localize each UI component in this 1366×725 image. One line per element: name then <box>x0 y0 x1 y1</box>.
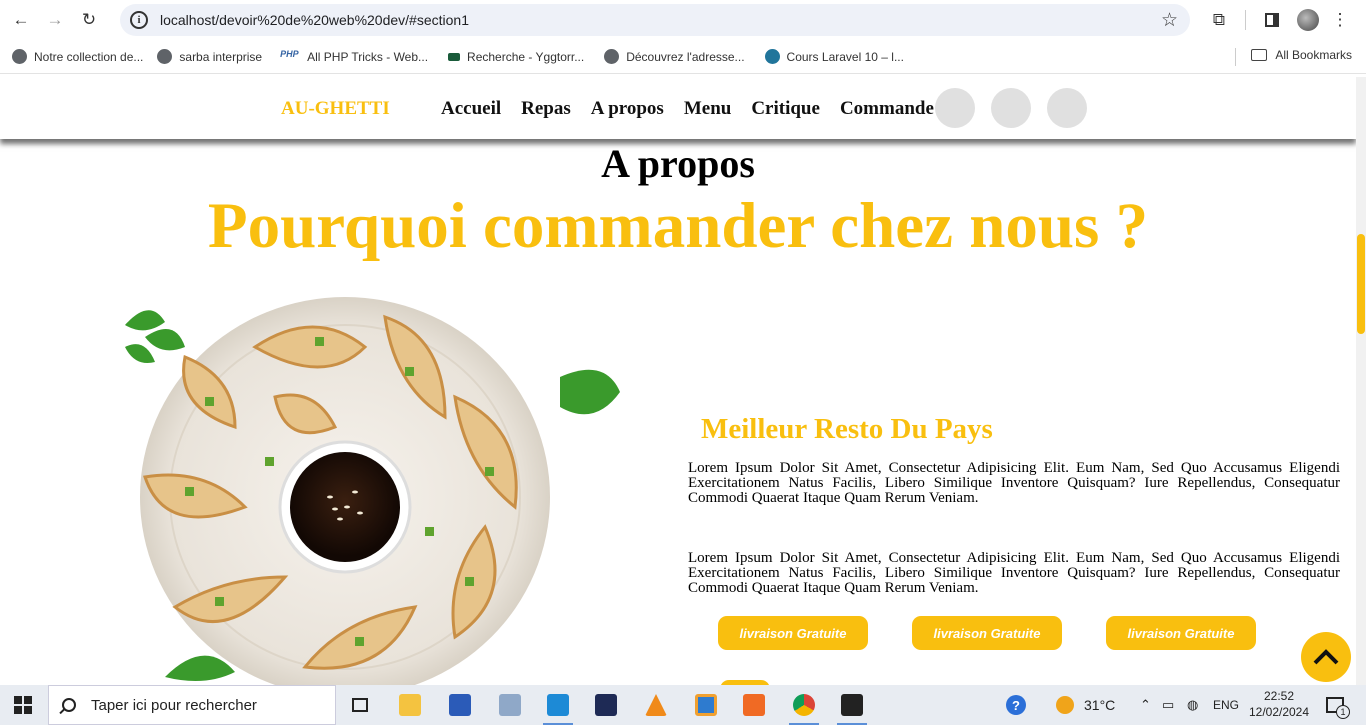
bookmark-item[interactable]: Notre collection de... <box>12 49 143 64</box>
bookmark-star-icon[interactable]: ☆ <box>1161 9 1178 32</box>
all-bookmarks-label: All Bookmarks <box>1275 48 1352 62</box>
nav-menu[interactable]: Menu <box>684 98 732 120</box>
browser-toolbar: ← → ↻ i localhost/devoir%20de%20web%20de… <box>0 0 1366 40</box>
battery-icon[interactable]: ▭ <box>1162 685 1174 725</box>
vscode-icon[interactable] <box>538 689 578 725</box>
about-paragraph: Lorem Ipsum Dolor Sit Amet, Consectetur … <box>688 460 1340 506</box>
globe-icon <box>604 49 620 64</box>
bookmark-label: Découvrez l'adresse... <box>626 49 745 64</box>
scrollbar-thumb[interactable] <box>1357 234 1365 334</box>
site-header: AU-GHETTI Accueil Repas A propos Menu Cr… <box>0 77 1356 139</box>
help-icon[interactable]: ? <box>1006 685 1026 725</box>
hero-title: Pourquoi commander chez nous ? <box>207 190 1149 262</box>
network-globe-icon[interactable]: ◍ <box>1187 685 1198 725</box>
chrome-icon[interactable] <box>784 689 824 725</box>
chevron-up-icon <box>1313 649 1339 665</box>
temperature: 31°C <box>1084 697 1116 713</box>
visual-studio-icon[interactable] <box>586 689 626 721</box>
bookmark-label: Cours Laravel 10 – l... <box>786 49 904 64</box>
side-panel-icon[interactable] <box>1260 8 1284 32</box>
globe-icon <box>12 49 27 64</box>
header-icon-button[interactable] <box>1047 88 1087 128</box>
about-subtitle: Meilleur Resto Du Pays <box>701 413 993 445</box>
free-delivery-button[interactable]: livraison Gratuite <box>912 616 1062 650</box>
nav-repas[interactable]: Repas <box>521 98 571 120</box>
header-icon-button[interactable] <box>991 88 1031 128</box>
bookmark-label: Notre collection de... <box>34 49 144 64</box>
scroll-to-top-button[interactable] <box>1301 632 1351 682</box>
bookmarks-bar: Notre collection de... sarba interprise … <box>0 40 1366 74</box>
globe-icon <box>157 49 173 64</box>
search-icon <box>62 698 76 712</box>
folder-icon <box>1251 49 1268 61</box>
notification-badge: 1 <box>1336 705 1350 719</box>
xampp-icon[interactable] <box>734 689 774 721</box>
dumplings-image <box>125 297 620 685</box>
nav-a-propos[interactable]: A propos <box>591 98 664 120</box>
free-delivery-button[interactable]: livraison Gratuite <box>718 616 868 650</box>
header-icon-button[interactable] <box>935 88 975 128</box>
search-placeholder: Taper ici pour rechercher <box>91 696 257 714</box>
nav-commande[interactable]: Commande <box>840 98 934 120</box>
php-icon: PHP <box>280 49 299 59</box>
all-bookmarks-button[interactable]: All Bookmarks <box>1251 48 1352 62</box>
bookmark-item[interactable]: PHP All PHP Tricks - Web... <box>280 49 428 64</box>
address-bar[interactable]: i localhost/devoir%20de%20web%20dev/#sec… <box>120 4 1190 36</box>
page-scrollbar[interactable] <box>1356 77 1366 685</box>
bookmark-item[interactable]: Cours Laravel 10 – l... <box>764 49 904 64</box>
about-paragraph: Lorem Ipsum Dolor Sit Amet, Consectetur … <box>688 550 1340 596</box>
vlc-icon[interactable] <box>636 689 676 721</box>
profile-avatar[interactable] <box>1297 9 1319 31</box>
site-info-icon[interactable]: i <box>130 11 148 29</box>
section-title: A propos <box>601 141 755 186</box>
clock-time: 22:52 <box>1263 689 1295 703</box>
language-indicator[interactable]: ENG <box>1213 685 1239 725</box>
show-hidden-icons-icon[interactable]: ⌃ <box>1140 685 1151 725</box>
bookmark-label: All PHP Tricks - Web... <box>307 49 429 64</box>
ygg-icon <box>448 52 461 61</box>
extensions-icon[interactable]: ⧉ <box>1207 8 1231 32</box>
bookmark-item[interactable]: sarba interprise <box>157 49 262 64</box>
moon-icon <box>1056 696 1074 714</box>
virtualbox-icon[interactable] <box>686 689 726 721</box>
terminal-icon[interactable] <box>832 689 872 725</box>
wordpress-icon <box>764 49 780 64</box>
bookmark-item[interactable]: Recherche - Yggtorr... <box>448 50 584 64</box>
free-delivery-button[interactable]: livraison Gratuite <box>1106 616 1256 650</box>
system-clock[interactable]: 22:52 12/02/2024 <box>1248 688 1310 720</box>
clock-date: 12/02/2024 <box>1248 705 1310 719</box>
windows-start-icon[interactable] <box>14 696 32 714</box>
taskbar: Taper ici pour rechercher ? 31°C ⌃ ▭ ◍ E… <box>0 685 1366 725</box>
file-explorer-icon[interactable] <box>390 689 430 721</box>
taskbar-search[interactable]: Taper ici pour rechercher <box>48 685 336 725</box>
reload-icon[interactable]: ↻ <box>76 7 102 33</box>
back-arrow-icon[interactable]: ← <box>8 7 34 33</box>
weather-widget[interactable]: 31°C <box>1056 685 1115 725</box>
toolbar-divider <box>1245 10 1246 30</box>
notification-center-icon[interactable]: 1 <box>1326 685 1350 725</box>
bookmark-label: Recherche - Yggtorr... <box>467 49 585 64</box>
image-viewer-icon[interactable] <box>490 689 530 721</box>
bookmark-item[interactable]: Découvrez l'adresse... <box>604 49 745 64</box>
main-nav: Accueil Repas A propos Menu Critique Com… <box>441 98 954 120</box>
bookmarks-divider <box>1235 48 1236 66</box>
bookmark-label: sarba interprise <box>179 49 263 64</box>
nav-critique[interactable]: Critique <box>751 98 820 120</box>
page-viewport: AU-GHETTI Accueil Repas A propos Menu Cr… <box>0 77 1356 685</box>
word-icon[interactable] <box>440 689 480 721</box>
forward-arrow-icon[interactable]: → <box>42 7 68 33</box>
task-view-icon[interactable] <box>340 689 380 721</box>
url-text[interactable]: localhost/devoir%20de%20web%20dev/#secti… <box>160 12 469 28</box>
site-logo[interactable]: AU-GHETTI <box>281 98 390 120</box>
menu-kebab-icon[interactable]: ⋮ <box>1328 8 1352 32</box>
nav-accueil[interactable]: Accueil <box>441 98 501 120</box>
